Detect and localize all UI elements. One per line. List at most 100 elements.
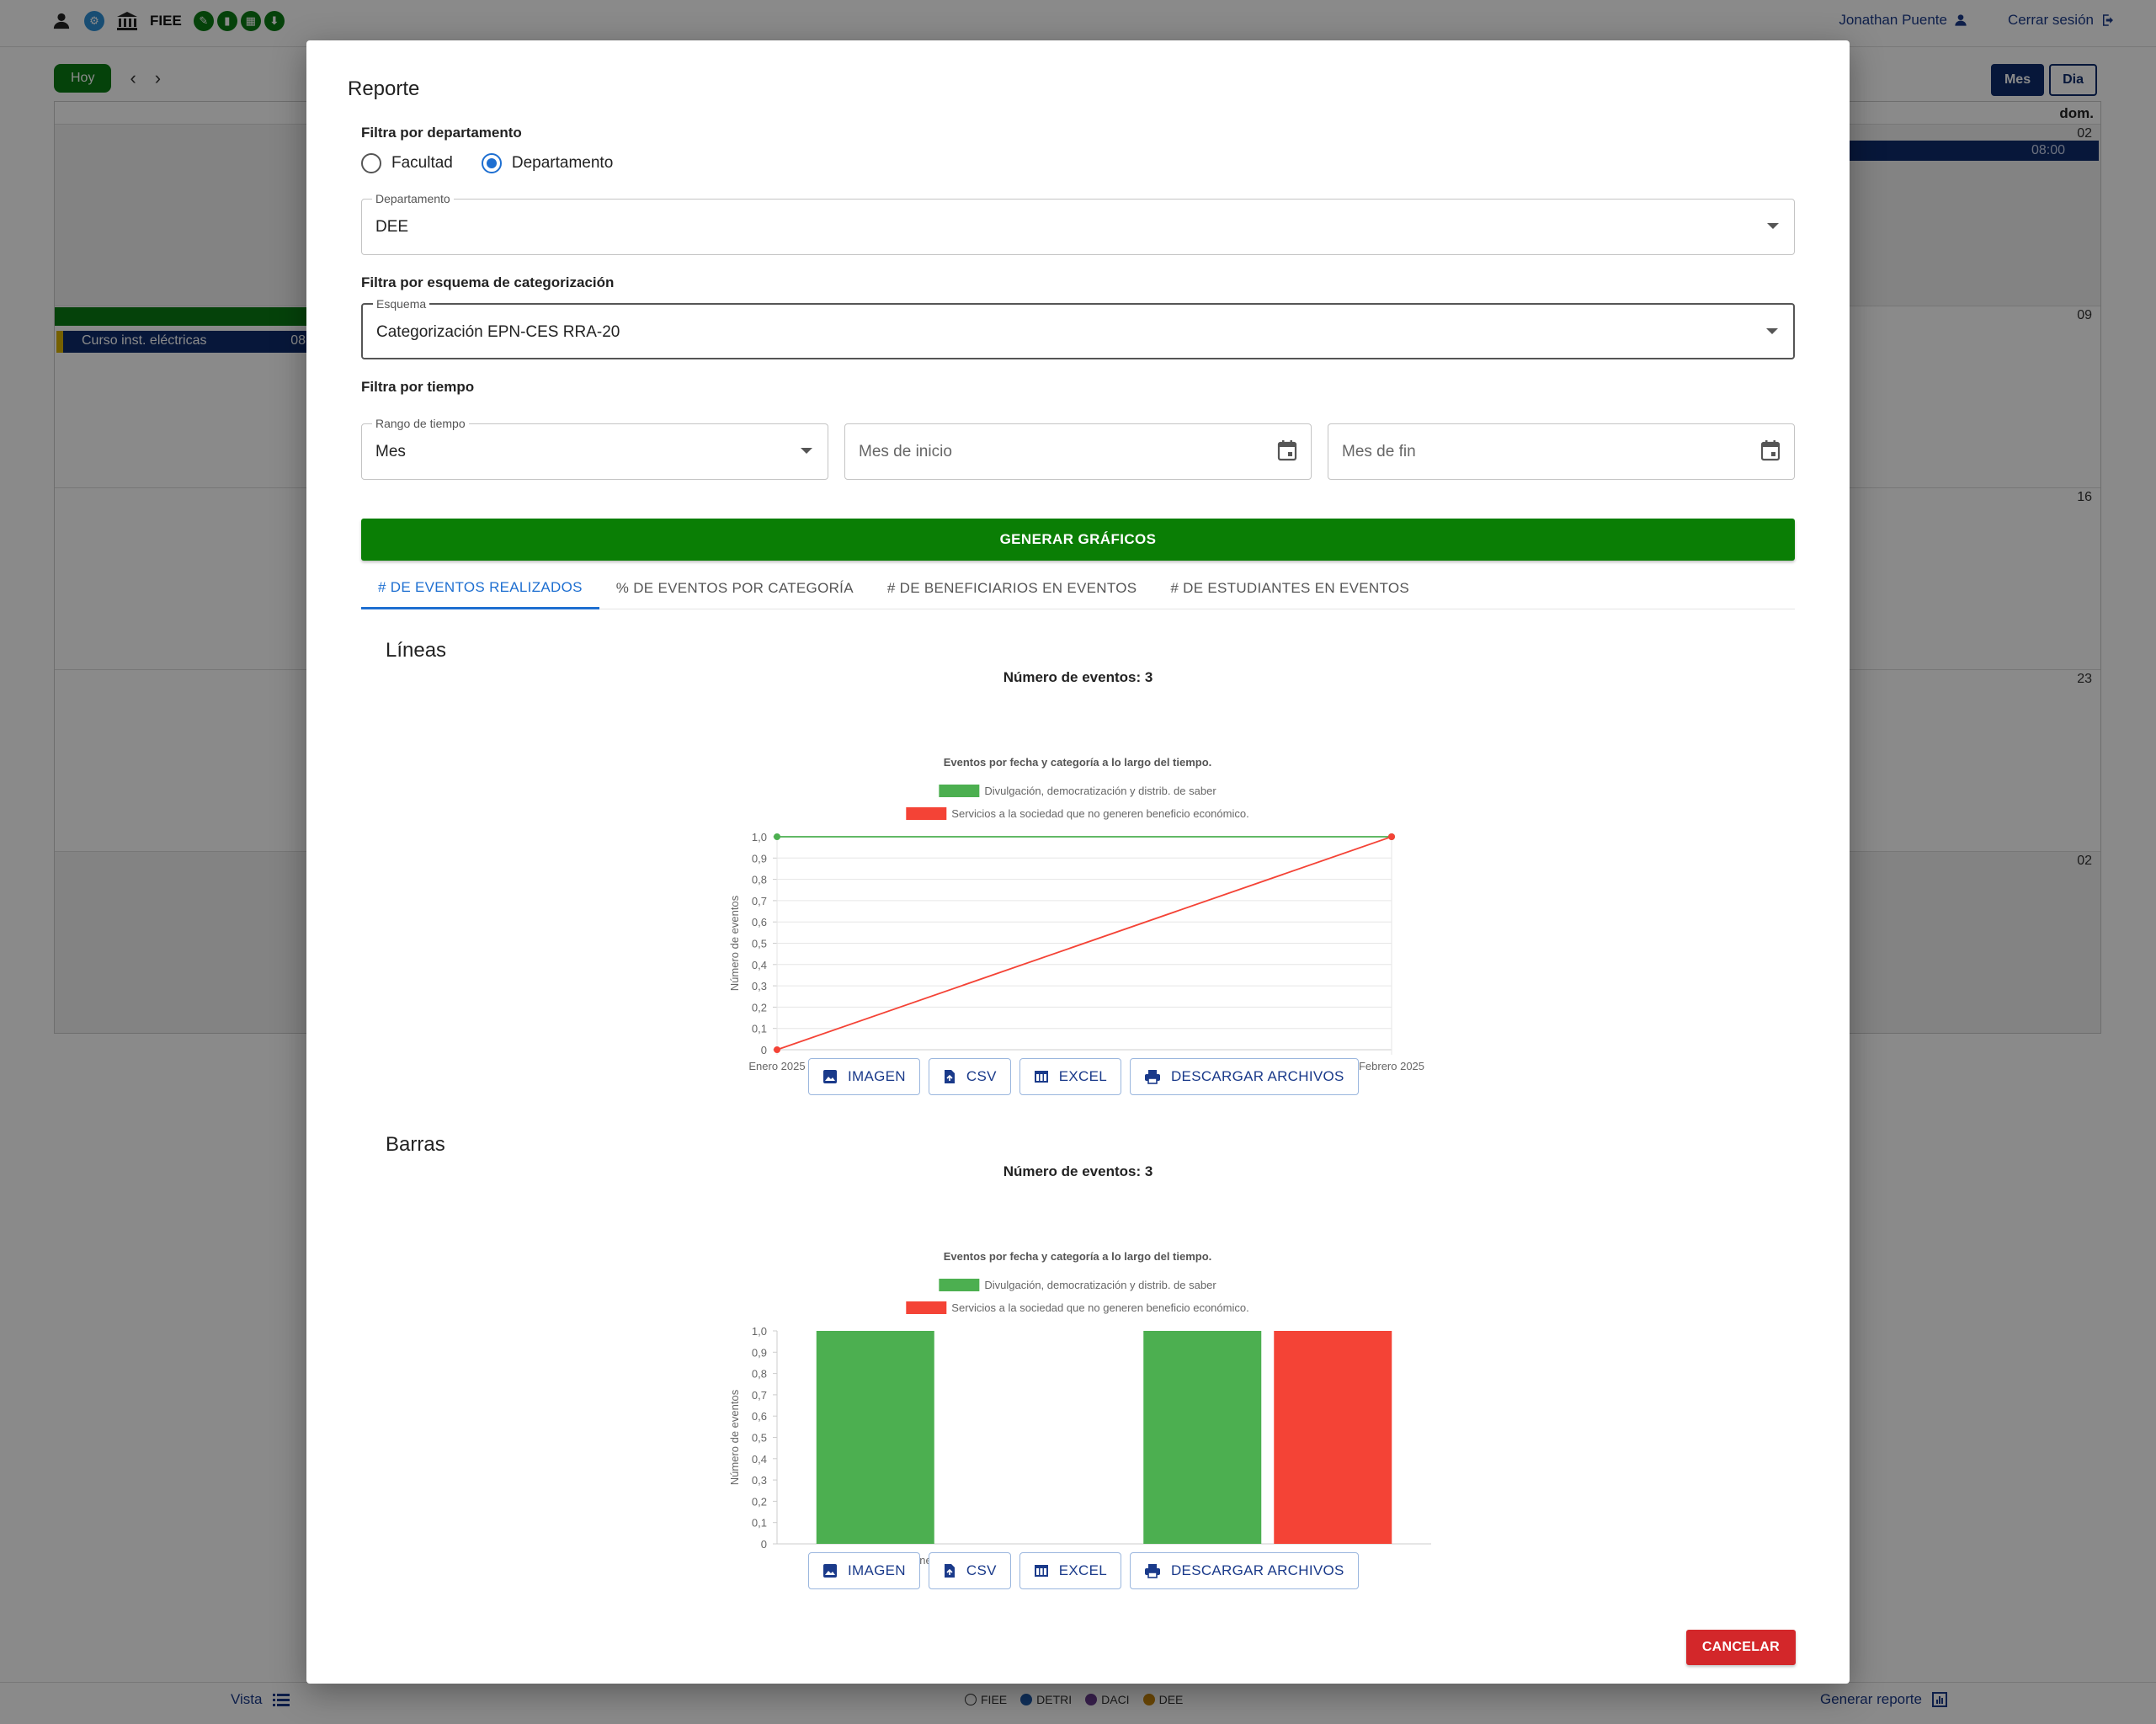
y-tick-label: 0,1 bbox=[752, 1023, 767, 1035]
y-tick-label: 0,4 bbox=[752, 1453, 767, 1466]
dropdown-arrow-icon bbox=[1767, 223, 1779, 229]
bar bbox=[1274, 1331, 1392, 1544]
bar-chart-heading: Barras bbox=[386, 1133, 445, 1156]
tab-events-count[interactable]: # DE EVENTOS REALIZADOS bbox=[361, 567, 599, 609]
download-files-button[interactable]: DESCARGAR ARCHIVOS bbox=[1129, 1058, 1359, 1095]
department-select[interactable]: Departamento DEE bbox=[361, 192, 1795, 255]
generate-charts-button[interactable]: GENERAR GRÁFICOS bbox=[361, 519, 1795, 561]
y-tick-label: 1,0 bbox=[752, 831, 767, 843]
data-point bbox=[774, 833, 780, 840]
field-label: Rango de tiempo bbox=[372, 417, 469, 430]
cancel-button[interactable]: CANCELAR bbox=[1685, 1630, 1796, 1665]
scope-radio-group: Facultad Departamento bbox=[361, 153, 613, 173]
y-tick-label: 0,9 bbox=[752, 852, 767, 865]
legend-swatch bbox=[906, 807, 947, 820]
end-month-input[interactable]: Mes de fin bbox=[1328, 423, 1795, 480]
button-label: IMAGEN bbox=[848, 1068, 906, 1084]
y-tick-label: 0,8 bbox=[752, 1368, 767, 1381]
radio-facultad[interactable]: Facultad bbox=[361, 153, 453, 173]
calendar-icon[interactable] bbox=[1760, 439, 1781, 466]
field-value: DEE bbox=[375, 218, 409, 236]
field-value: Categorización EPN-CES RRA-20 bbox=[376, 323, 620, 341]
x-tick-label: Febrero 2025 bbox=[1359, 1060, 1424, 1072]
radio-departamento[interactable]: Departamento bbox=[481, 153, 614, 173]
bar bbox=[816, 1331, 934, 1544]
button-label: EXCEL bbox=[1058, 1562, 1107, 1578]
legend-label: Servicios a la sociedad que no generen b… bbox=[951, 1301, 1248, 1314]
legend-swatch bbox=[939, 785, 980, 797]
button-label: CSV bbox=[966, 1068, 997, 1084]
scheme-select[interactable]: Esquema Categorización EPN-CES RRA-20 bbox=[361, 297, 1795, 359]
export-excel-button[interactable]: EXCEL bbox=[1019, 1058, 1121, 1095]
report-tabs: # DE EVENTOS REALIZADOS % DE EVENTOS POR… bbox=[361, 567, 1795, 609]
scheme-filter-label: Filtra por esquema de categorización bbox=[361, 274, 615, 290]
y-tick-label: 0,7 bbox=[752, 1389, 767, 1402]
button-label: EXCEL bbox=[1058, 1068, 1107, 1084]
button-label: IMAGEN bbox=[848, 1562, 906, 1578]
y-axis-label: Número de eventos bbox=[728, 895, 741, 991]
y-tick-label: 0,8 bbox=[752, 874, 767, 886]
calendar-icon[interactable] bbox=[1277, 439, 1297, 466]
export-excel-button[interactable]: EXCEL bbox=[1019, 1552, 1121, 1589]
y-tick-label: 0,3 bbox=[752, 1474, 767, 1487]
image-icon bbox=[823, 1070, 837, 1083]
table-icon bbox=[1034, 1565, 1048, 1577]
bar-chart: Eventos por fecha y categoría a lo largo… bbox=[728, 1250, 1431, 1587]
dropdown-arrow-icon bbox=[801, 448, 812, 454]
radio-circle-checked bbox=[481, 153, 502, 173]
data-point bbox=[1388, 833, 1395, 840]
y-tick-label: 0,4 bbox=[752, 959, 767, 971]
button-label: DESCARGAR ARCHIVOS bbox=[1170, 1562, 1344, 1578]
print-icon bbox=[1144, 1564, 1160, 1578]
y-tick-label: 0,2 bbox=[752, 1495, 767, 1508]
tab-beneficiaries[interactable]: # DE BENEFICIARIOS EN EVENTOS bbox=[870, 567, 1154, 609]
tab-students[interactable]: # DE ESTUDIANTES EN EVENTOS bbox=[1153, 567, 1426, 609]
y-axis-label: Número de eventos bbox=[728, 1389, 741, 1485]
legend-label: Divulgación, democratización y distrib. … bbox=[984, 1279, 1216, 1291]
dropdown-arrow-icon bbox=[1766, 328, 1778, 334]
button-label: CSV bbox=[966, 1562, 997, 1578]
print-icon bbox=[1144, 1070, 1160, 1084]
csv-file-icon bbox=[944, 1070, 955, 1083]
bar-events-count: Número de eventos: 3 bbox=[1003, 1163, 1153, 1179]
radio-label: Departamento bbox=[511, 154, 614, 172]
legend-label: Divulgación, democratización y distrib. … bbox=[984, 785, 1216, 797]
department-filter-label: Filtra por departamento bbox=[361, 125, 522, 141]
x-tick-label: Enero 2025 bbox=[748, 1060, 805, 1072]
field-placeholder: Mes de fin bbox=[1342, 443, 1416, 460]
y-tick-label: 0,3 bbox=[752, 980, 767, 992]
legend-swatch bbox=[939, 1279, 980, 1291]
y-tick-label: 0,9 bbox=[752, 1346, 767, 1359]
report-dialog: Reporte Filtra por departamento Facultad… bbox=[306, 40, 1850, 1684]
y-tick-label: 0,1 bbox=[752, 1517, 767, 1530]
y-tick-label: 0,7 bbox=[752, 895, 767, 907]
start-month-input[interactable]: Mes de inicio bbox=[844, 423, 1312, 480]
y-tick-label: 0,5 bbox=[752, 1432, 767, 1445]
tab-events-percent[interactable]: % DE EVENTOS POR CATEGORÍA bbox=[599, 567, 870, 609]
export-csv-button[interactable]: CSV bbox=[928, 1058, 1011, 1095]
export-image-button[interactable]: IMAGEN bbox=[808, 1058, 920, 1095]
y-tick-label: 0,6 bbox=[752, 1410, 767, 1423]
line-events-count: Número de eventos: 3 bbox=[1003, 669, 1153, 685]
table-icon bbox=[1034, 1071, 1048, 1083]
dialog-title: Reporte bbox=[348, 77, 420, 100]
time-range-select[interactable]: Rango de tiempo Mes bbox=[361, 417, 828, 480]
export-csv-button[interactable]: CSV bbox=[928, 1552, 1011, 1589]
line-export-buttons: IMAGEN CSV EXCEL DESCARGAR ARCHIVOS bbox=[808, 1058, 1359, 1095]
image-icon bbox=[823, 1564, 837, 1578]
bar bbox=[1143, 1331, 1262, 1544]
download-files-button[interactable]: DESCARGAR ARCHIVOS bbox=[1129, 1552, 1359, 1589]
y-tick-label: 0 bbox=[761, 1538, 767, 1551]
button-label: DESCARGAR ARCHIVOS bbox=[1170, 1068, 1344, 1084]
y-tick-label: 0 bbox=[761, 1044, 767, 1056]
y-tick-label: 1,0 bbox=[752, 1325, 767, 1338]
radio-label: Facultad bbox=[391, 154, 453, 172]
line-chart-heading: Líneas bbox=[386, 639, 447, 662]
field-placeholder: Mes de inicio bbox=[859, 443, 952, 460]
y-tick-label: 0,6 bbox=[752, 916, 767, 929]
line-chart: Eventos por fecha y categoría a lo largo… bbox=[728, 756, 1424, 1093]
data-point bbox=[774, 1046, 780, 1053]
bar-export-buttons: IMAGEN CSV EXCEL DESCARGAR ARCHIVOS bbox=[808, 1552, 1359, 1589]
radio-circle bbox=[361, 153, 381, 173]
export-image-button[interactable]: IMAGEN bbox=[808, 1552, 920, 1589]
